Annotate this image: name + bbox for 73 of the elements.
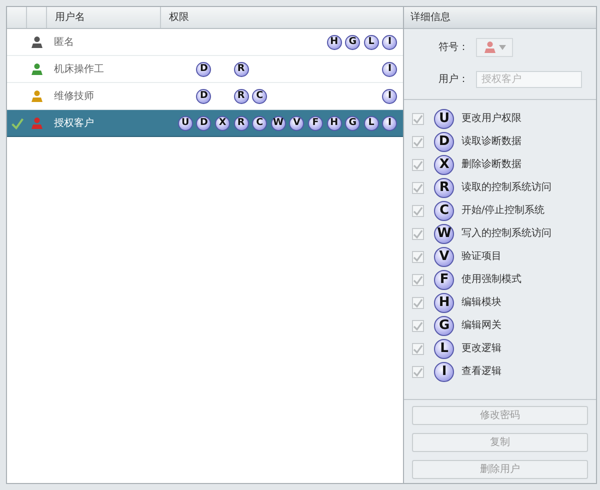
- permission-label: 更改逻辑: [461, 342, 502, 356]
- permission-label: 读取诊断数据: [461, 134, 522, 149]
- checkbox[interactable]: [412, 182, 424, 194]
- permission-label: 写入的控制系统访问: [461, 226, 552, 241]
- permission-badge: W: [434, 224, 454, 244]
- panel-title: 详细信息: [404, 7, 596, 29]
- user-name: 维修技师: [53, 90, 95, 104]
- permission-badge: D: [196, 62, 212, 76]
- permission-label: 编辑网关: [461, 318, 502, 333]
- checkbox[interactable]: [412, 158, 424, 170]
- user-name: 匿名: [53, 36, 75, 50]
- permission-badge: V: [434, 246, 454, 266]
- column-header[interactable]: 用户名: [47, 7, 161, 28]
- permission-badge: R: [234, 88, 249, 104]
- permission-badge: I: [382, 62, 398, 76]
- permission-badge: I: [382, 116, 398, 130]
- user-row[interactable]: 机床操作工 D R I: [7, 56, 404, 83]
- permission-badge: I: [434, 362, 454, 382]
- permission-label: 使用强制模式: [461, 272, 522, 287]
- field-label: 用户：: [437, 72, 470, 86]
- permission-badge: L: [364, 116, 379, 130]
- permission-badge: D: [196, 116, 212, 130]
- permission-badge: X: [214, 116, 230, 130]
- column-header[interactable]: 权限: [161, 7, 404, 28]
- permission-label: 开始/停止控制系统: [461, 204, 545, 218]
- permission-label: 读取的控制系统访问: [461, 180, 552, 195]
- checkbox[interactable]: [412, 366, 424, 378]
- permission-badge: V: [289, 116, 304, 130]
- permission-badge: I: [382, 88, 398, 104]
- checkbox[interactable]: [412, 228, 424, 240]
- permission-badge: C: [252, 88, 268, 104]
- checkbox[interactable]: [412, 112, 424, 124]
- permission-badge: R: [434, 178, 454, 198]
- checkbox[interactable]: [412, 250, 424, 262]
- permission-badge: R: [234, 62, 249, 76]
- checkbox[interactable]: [412, 342, 424, 354]
- user-row[interactable]: 匿名 H G L I: [7, 29, 404, 56]
- permission-label: 验证项目: [461, 250, 502, 264]
- permission-badge: D: [434, 132, 454, 152]
- permission-badge: I: [382, 34, 398, 50]
- permission-badge: U: [434, 108, 454, 128]
- permission-badge: D: [196, 88, 212, 104]
- permission-badge: H: [326, 34, 342, 50]
- caret-icon: [498, 44, 506, 50]
- user-row[interactable]: 授权客户 U D X R C W V F H G L I: [7, 110, 404, 137]
- checkbox[interactable]: [412, 204, 424, 216]
- permission-badge: G: [434, 316, 454, 336]
- permission-badge: F: [434, 270, 454, 290]
- permission-label: 删除诊断数据: [461, 158, 522, 172]
- permission-badge: X: [434, 154, 454, 174]
- permission-label: 编辑模块: [461, 296, 502, 310]
- checkbox[interactable]: [412, 274, 424, 286]
- permission-badge: L: [364, 34, 379, 50]
- permission-badge: C: [252, 116, 268, 130]
- permission-badge: L: [434, 338, 454, 358]
- permission-badge: U: [178, 116, 193, 130]
- user-name: 机床操作工: [53, 62, 105, 76]
- permission-badge: C: [434, 200, 454, 220]
- checkbox[interactable]: [412, 136, 424, 148]
- permission-badge: F: [308, 116, 323, 130]
- checkbox[interactable]: [412, 296, 424, 308]
- permission-badge: G: [345, 116, 360, 130]
- user-name: 授权客户: [53, 116, 95, 130]
- field-label: 符号：: [437, 40, 470, 54]
- permission-badge: W: [270, 116, 286, 130]
- permission-label: 更改用户权限: [461, 112, 522, 126]
- checkbox[interactable]: [412, 320, 424, 332]
- check-icon: [10, 116, 24, 130]
- permission-badge: H: [434, 292, 454, 312]
- permission-badge: G: [345, 34, 360, 50]
- permission-label: 查看逻辑: [461, 364, 502, 379]
- permission-badge: H: [326, 116, 342, 130]
- permission-badge: R: [234, 116, 249, 130]
